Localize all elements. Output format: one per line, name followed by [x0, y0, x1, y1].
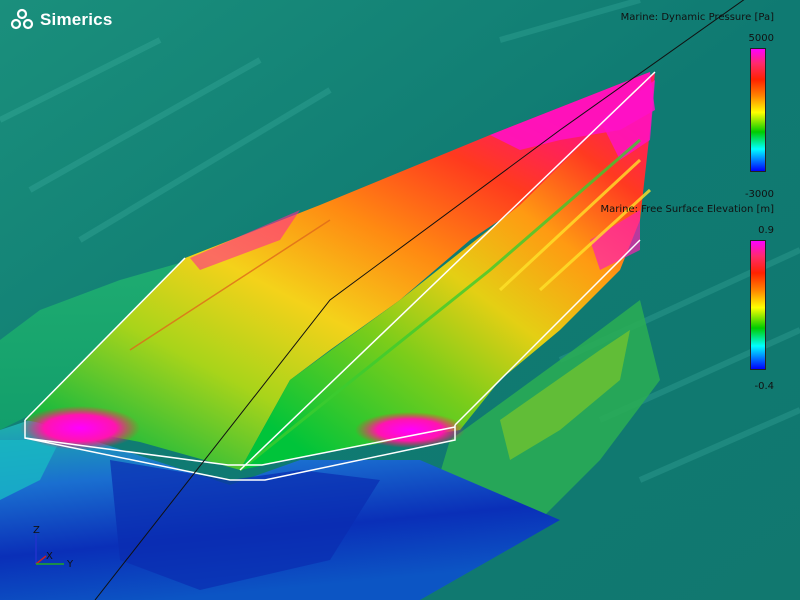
- pressure-spot-left: [20, 406, 140, 450]
- color-scale-bar: [750, 240, 766, 370]
- legend-min: -0.4: [754, 381, 774, 392]
- y-axis-label: Y: [66, 559, 74, 568]
- x-axis-label: X: [46, 551, 53, 562]
- legend-title: Marine: Dynamic Pressure [Pa]: [620, 12, 774, 23]
- color-scale-bar: [750, 48, 766, 172]
- simerics-logo-icon: [10, 8, 34, 30]
- legend-title: Marine: Free Surface Elevation [m]: [600, 204, 774, 215]
- legend-max: 0.9: [758, 225, 774, 236]
- z-axis-label: Z: [33, 525, 40, 536]
- legend-free-surface-elevation: Marine: Free Surface Elevation [m] 0.9 -…: [574, 204, 774, 392]
- legend-max: 5000: [748, 33, 774, 44]
- brand-logo: Simerics: [10, 8, 112, 32]
- legend-min: -3000: [744, 189, 774, 200]
- x-axis-line: [35, 555, 47, 565]
- axis-triad: Z X Y: [33, 525, 74, 568]
- legend-dynamic-pressure: Marine: Dynamic Pressure [Pa] 5000 -3000: [574, 12, 774, 200]
- pressure-spot-right: [355, 412, 465, 448]
- brand-name: Simerics: [40, 10, 113, 29]
